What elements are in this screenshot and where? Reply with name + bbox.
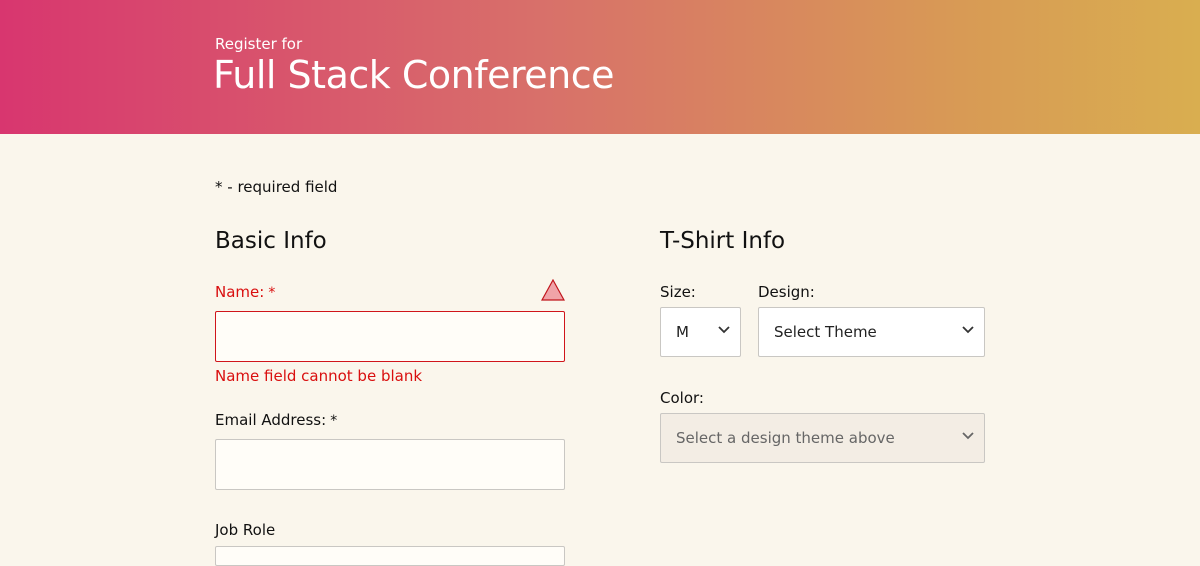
email-label: Email Address: * <box>215 411 337 429</box>
email-field[interactable] <box>215 439 565 490</box>
email-label-text: Email Address: <box>215 411 327 429</box>
design-select-value: Select Theme <box>774 323 877 341</box>
tshirt-info-heading: T-Shirt Info <box>660 228 786 254</box>
required-asterisk: * <box>330 413 338 429</box>
header-subtitle: Register for <box>215 35 303 53</box>
size-select[interactable]: M <box>660 307 741 357</box>
design-select[interactable]: Select Theme <box>758 307 985 357</box>
required-field-note: * - required field <box>215 178 338 196</box>
color-label: Color: <box>660 389 704 407</box>
required-asterisk: * <box>268 285 276 301</box>
name-error-message: Name field cannot be blank <box>215 367 423 385</box>
size-select-value: M <box>676 323 689 341</box>
size-label: Size: <box>660 283 696 301</box>
basic-info-heading: Basic Info <box>215 228 327 254</box>
job-role-select[interactable] <box>215 546 565 566</box>
warning-icon <box>541 279 565 301</box>
name-label: Name: * <box>215 283 275 301</box>
color-select[interactable]: Select a design theme above <box>660 413 985 463</box>
page-header: Register for Full Stack Conference <box>0 0 1200 134</box>
page-title: Full Stack Conference <box>213 53 615 97</box>
color-select-value: Select a design theme above <box>676 429 895 447</box>
chevron-down-icon <box>962 432 974 440</box>
name-input[interactable] <box>215 311 565 362</box>
design-label: Design: <box>758 283 815 301</box>
job-role-label: Job Role <box>215 521 276 539</box>
name-label-text: Name: <box>215 283 265 301</box>
chevron-down-icon <box>962 326 974 334</box>
chevron-down-icon <box>718 326 730 334</box>
